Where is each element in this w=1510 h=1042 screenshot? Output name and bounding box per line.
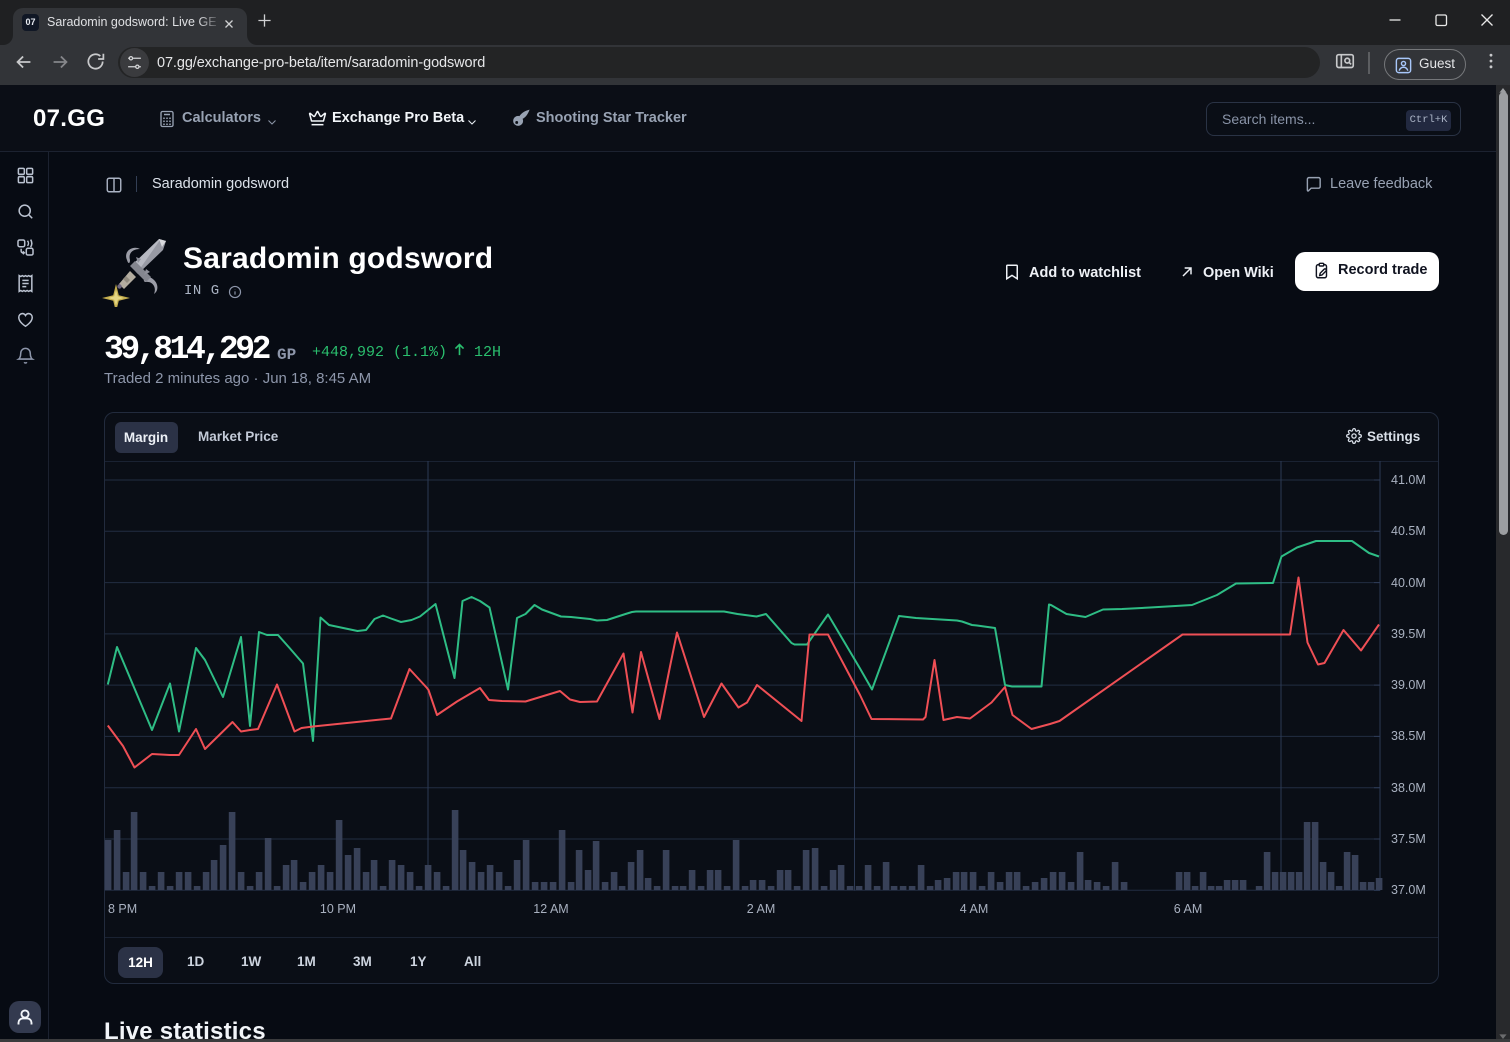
svg-text:40.5M: 40.5M	[1391, 524, 1426, 538]
svg-text:40.0M: 40.0M	[1391, 576, 1426, 590]
svg-text:37.0M: 37.0M	[1391, 883, 1426, 897]
svg-text:41.0M: 41.0M	[1391, 473, 1426, 487]
svg-text:37.5M: 37.5M	[1391, 832, 1426, 846]
svg-text:12 AM: 12 AM	[533, 902, 568, 916]
svg-text:38.0M: 38.0M	[1391, 781, 1426, 795]
svg-text:2 AM: 2 AM	[747, 902, 776, 916]
svg-text:39.5M: 39.5M	[1391, 627, 1426, 641]
svg-text:38.5M: 38.5M	[1391, 729, 1426, 743]
svg-text:10 PM: 10 PM	[320, 902, 356, 916]
svg-text:8 PM: 8 PM	[108, 902, 137, 916]
svg-text:6 AM: 6 AM	[1174, 902, 1203, 916]
svg-text:39.0M: 39.0M	[1391, 678, 1426, 692]
svg-text:4 AM: 4 AM	[960, 902, 989, 916]
